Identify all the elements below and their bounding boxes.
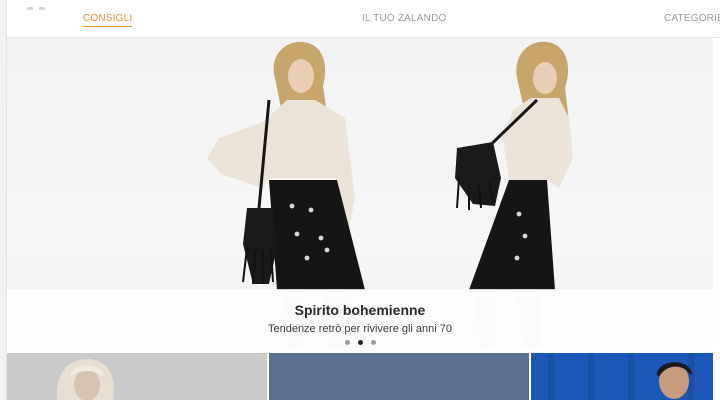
carousel-pagination	[7, 340, 713, 345]
tile-image-blue-wall	[531, 353, 713, 400]
tile-blonde-model[interactable]	[7, 353, 267, 400]
tile-blue-wall[interactable]	[531, 353, 713, 400]
carousel-dot-1[interactable]	[344, 340, 350, 345]
carousel-dot-2[interactable]	[357, 340, 363, 345]
top-tab-bar: CONSIGLI IL TUO ZALANDO CATEGORIE	[7, 0, 720, 38]
app-frame-edge	[0, 0, 7, 400]
tile-blue-grey[interactable]	[269, 353, 529, 400]
status-indicators	[27, 0, 67, 10]
tab-categorie[interactable]: CATEGORIE	[664, 13, 720, 24]
tab-il-tuo-zalando[interactable]: IL TUO ZALANDO	[362, 13, 447, 24]
carousel-dot-3[interactable]	[370, 340, 376, 345]
tab-consigli[interactable]: CONSIGLI	[83, 13, 133, 27]
right-edge	[713, 38, 720, 400]
hero-subtitle: Tendenze retrò per rivivere gli anni 70	[267, 323, 453, 335]
tile-image-blonde	[56, 359, 114, 400]
hero-title: Spirito bohemienne	[294, 302, 426, 318]
hero-banner[interactable]: Spirito bohemienne Tendenze retrò per ri…	[7, 38, 713, 350]
